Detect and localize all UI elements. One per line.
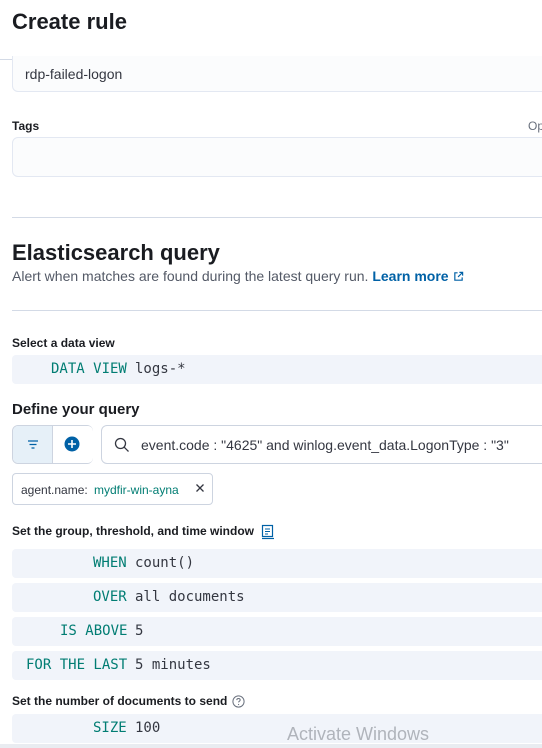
search-icon [114, 437, 129, 452]
page-header: Create rule [0, 0, 542, 60]
external-link-icon [453, 271, 463, 281]
for-the-last-keyword: FOR THE LAST [26, 657, 128, 673]
data-view-expression[interactable]: DATA VIEW logs-* [12, 355, 542, 384]
is-above-keyword: IS ABOVE [60, 623, 128, 639]
close-icon[interactable] [194, 482, 206, 494]
over-expression[interactable]: OVER all documents [12, 583, 542, 612]
query-section-title: Elasticsearch query [12, 240, 220, 265]
help-icon[interactable] [232, 695, 245, 708]
data-view-keyword: DATA VIEW [51, 361, 127, 377]
for-the-last-value: 5 minutes [135, 657, 211, 673]
threshold-expression[interactable]: IS ABOVE 5 [12, 617, 542, 646]
size-value: 100 [135, 720, 161, 736]
rule-name-field[interactable]: rdp-failed-logon [12, 56, 542, 92]
page-title: Create rule [12, 9, 127, 34]
tags-optional-label: Op [527, 119, 542, 133]
tags-input[interactable] [12, 137, 542, 177]
filter-pill-key: agent.name: [21, 483, 88, 497]
is-above-value: 5 [135, 623, 144, 639]
data-view-label: Select a data view [12, 336, 115, 350]
documentation-icon[interactable] [261, 524, 275, 540]
filter-pill[interactable]: agent.name: mydfir-win-ayna [12, 473, 213, 505]
query-text: event.code : "4625" and winlog.event_dat… [141, 437, 509, 453]
activate-windows-watermark: Activate Windows [287, 724, 430, 744]
over-value: all documents [135, 589, 245, 605]
tags-label: Tags [12, 119, 40, 133]
query-bar-buttons [12, 425, 93, 464]
create-rule-page: Create rule rdp-failed-logon Tags Op Ela… [0, 0, 542, 748]
filter-icon [28, 440, 38, 449]
size-keyword: SIZE [93, 720, 127, 736]
bottom-edge [0, 744, 542, 748]
threshold-label: Set the group, threshold, and time windo… [12, 524, 255, 538]
learn-more-label: Learn more [372, 268, 449, 284]
add-filter-button[interactable] [53, 426, 93, 463]
when-keyword: WHEN [93, 555, 127, 571]
section-divider-2 [12, 310, 542, 311]
filter-menu-button[interactable] [13, 426, 53, 463]
time-window-expression[interactable]: FOR THE LAST 5 minutes [12, 651, 542, 680]
rule-name-value: rdp-failed-logon [25, 66, 123, 82]
learn-more-link[interactable]: Learn more [372, 268, 463, 284]
size-expression[interactable]: SIZE 100 [12, 714, 542, 743]
when-value: count() [135, 555, 195, 571]
data-view-value: logs-* [135, 361, 186, 377]
section-divider [12, 217, 542, 218]
query-section-description: Alert when matches are found during the … [12, 268, 464, 284]
when-expression[interactable]: WHEN count() [12, 549, 542, 578]
plus-in-circle-icon [64, 436, 80, 452]
size-label: Set the number of documents to send [12, 694, 228, 708]
over-keyword: OVER [93, 589, 127, 605]
query-input[interactable]: event.code : "4625" and winlog.event_dat… [101, 425, 542, 464]
define-query-label: Define your query [12, 401, 140, 418]
description-text: Alert when matches are found during the … [12, 268, 369, 284]
filter-pill-value: mydfir-win-ayna [94, 483, 179, 497]
